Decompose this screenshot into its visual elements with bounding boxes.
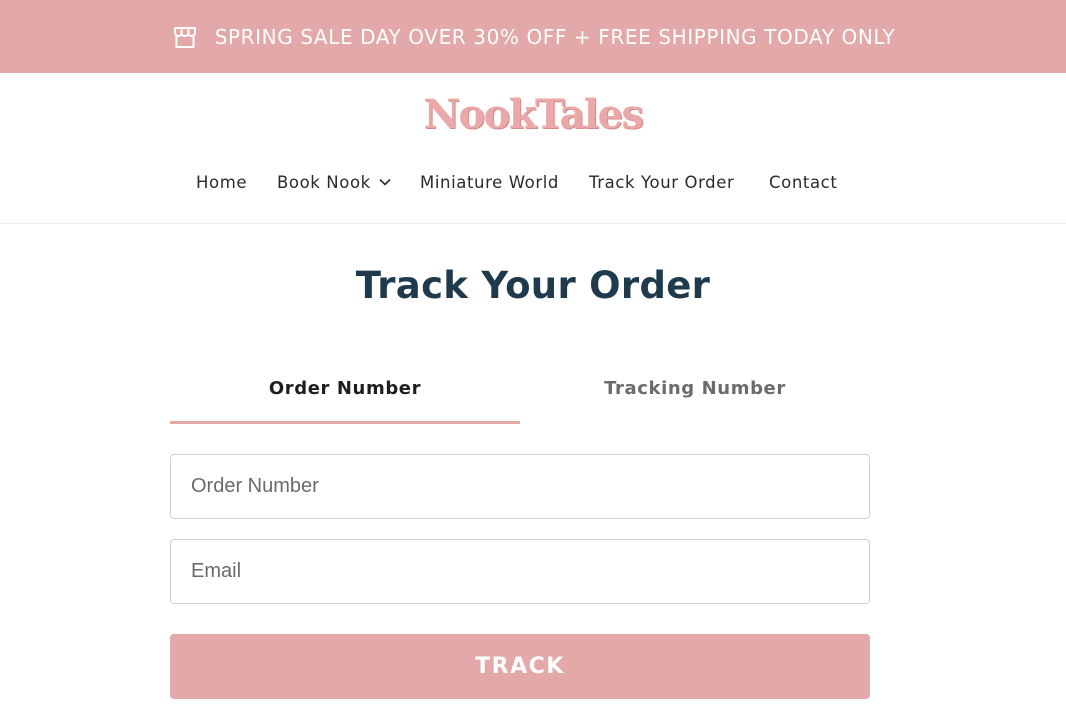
lookup-tabs: Order Number Tracking Number [170, 365, 870, 424]
nav-item-miniature-world[interactable]: Miniature World [420, 169, 559, 195]
email-input[interactable] [170, 539, 870, 604]
tab-order-number[interactable]: Order Number [170, 365, 520, 424]
site-logo[interactable]: NookTales [0, 73, 1066, 138]
chevron-down-icon [379, 176, 391, 188]
nav-item-label: Book Nook [277, 172, 371, 192]
announcement-bar: SPRING SALE DAY OVER 30% OFF + FREE SHIP… [0, 0, 1066, 73]
nav-item-label: Track Your Order [589, 172, 735, 192]
tab-tracking-number[interactable]: Tracking Number [520, 365, 870, 424]
page-title: Track Your Order [355, 264, 711, 307]
nav-item-label: Miniature World [420, 172, 560, 192]
nav-item-label: Contact [769, 172, 838, 192]
nav-item-contact[interactable]: Contact [769, 169, 837, 195]
site-header: NookTales Home Book Nook Miniature World… [0, 73, 1066, 224]
order-number-input[interactable] [170, 454, 870, 519]
storefront-icon [171, 23, 199, 51]
nav-item-book-nook[interactable]: Book Nook [277, 169, 391, 195]
track-button[interactable]: TRACK [170, 634, 870, 699]
announcement-text: SPRING SALE DAY OVER 30% OFF + FREE SHIP… [214, 24, 896, 49]
main-navigation: Home Book Nook Miniature World Track You… [0, 169, 1066, 195]
nav-item-track-your-order[interactable]: Track Your Order [589, 169, 734, 195]
nav-item-label: Home [196, 172, 248, 192]
nav-item-home[interactable]: Home [196, 169, 247, 195]
